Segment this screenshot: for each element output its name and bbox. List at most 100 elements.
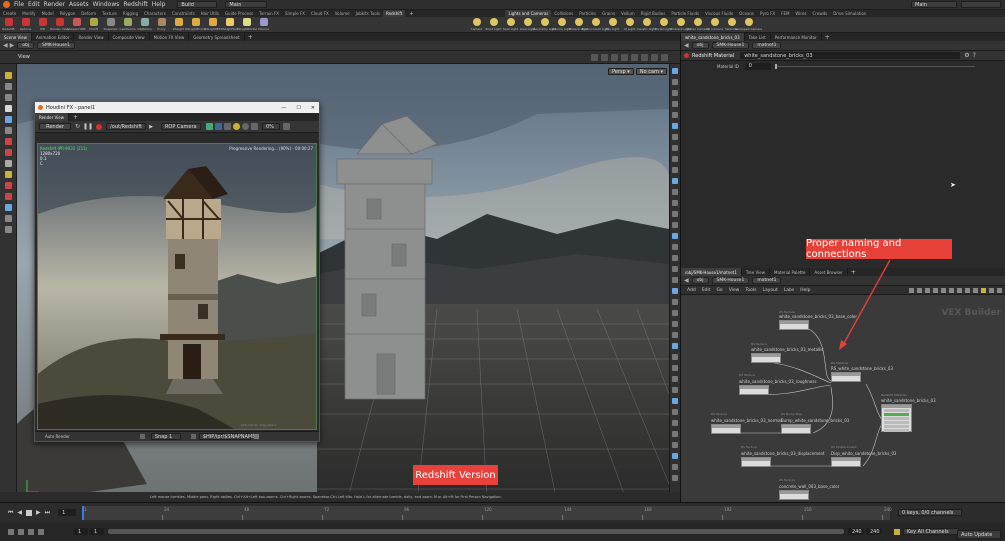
audio-icon[interactable] [28, 528, 34, 535]
shelf-tool[interactable]: RSLightSun [221, 17, 238, 33]
playhead[interactable] [82, 505, 85, 520]
render-settings-icon[interactable] [282, 123, 290, 130]
zoom-icon[interactable] [241, 123, 249, 130]
shelf-tool[interactable]: Snapshot [102, 17, 119, 33]
network-tool-icon[interactable] [957, 287, 962, 293]
minimize-icon[interactable]: — [281, 105, 286, 111]
viewport-tool-icon[interactable] [5, 193, 12, 200]
display-option-icon[interactable] [672, 167, 678, 173]
help-icon[interactable]: ? [973, 52, 976, 59]
shading-icon[interactable] [641, 53, 648, 61]
viewport-tool-icon[interactable] [5, 83, 12, 90]
display-option-icon[interactable] [672, 68, 678, 74]
display-option-icon[interactable] [672, 332, 678, 338]
network-node[interactable] [779, 320, 809, 330]
refresh-icon[interactable]: ↻ [75, 123, 80, 130]
display-option-icon[interactable] [672, 134, 678, 140]
network-tool-icon[interactable] [989, 287, 994, 293]
tab-material-palette[interactable]: Material Palette [770, 268, 811, 276]
node-name-field[interactable]: white_sandstone_bricks_03 [740, 52, 961, 59]
network-tool-icon[interactable] [973, 287, 978, 293]
preview-icon[interactable] [205, 123, 213, 130]
viewport-tool-icon[interactable] [5, 94, 12, 101]
viewport-tool-icon[interactable] [5, 138, 12, 145]
viewport-tool-icon[interactable] [5, 149, 12, 156]
shelf-tool[interactable]: Volume [255, 17, 272, 33]
shelf-tool[interactable]: Spot Light [502, 17, 519, 33]
shelf-tool[interactable]: ViewportIPR [67, 17, 86, 33]
shelf-tool[interactable]: Geometry Light [533, 17, 556, 33]
viewport-tab[interactable]: Render View [74, 33, 109, 41]
path-obj[interactable]: obj [17, 42, 35, 49]
viewport-tool-icon[interactable] [5, 215, 12, 222]
display-option-icon[interactable] [672, 288, 678, 294]
viewport-tool-icon[interactable] [5, 182, 12, 189]
light-icon[interactable] [232, 123, 240, 130]
display-options-icon[interactable] [591, 53, 598, 61]
shelf-tab[interactable]: Cloud FX [308, 10, 332, 17]
gear-icon[interactable]: ⚙ [964, 52, 969, 59]
viewport-tool-icon[interactable] [5, 226, 12, 233]
region-icon[interactable] [214, 123, 222, 130]
network-menu-item[interactable]: Edit [702, 288, 711, 293]
display-option-icon[interactable] [672, 145, 678, 151]
snap-file-icon[interactable] [190, 434, 196, 439]
home-view-icon[interactable] [621, 53, 628, 61]
realtime-icon[interactable] [8, 528, 14, 535]
network-menu-item[interactable]: Help [800, 288, 810, 293]
add-tab-icon[interactable]: + [73, 114, 78, 121]
start-frame-field-2[interactable]: 1 [90, 528, 104, 535]
display-option-icon[interactable] [672, 409, 678, 415]
shelf-tab[interactable]: Redshift [383, 10, 406, 17]
persp-menu[interactable]: Persp ▾ [607, 68, 634, 75]
network-node[interactable] [781, 424, 811, 434]
network-tool-icon[interactable] [997, 287, 1002, 293]
shelf-tool[interactable]: Point Light [485, 17, 502, 33]
right-desktop-select[interactable]: Main [911, 1, 957, 8]
display-option-icon[interactable] [672, 156, 678, 162]
display-option-icon[interactable] [672, 79, 678, 85]
network-menu-item[interactable]: Layout [762, 288, 777, 293]
display-option-icon[interactable] [672, 464, 678, 470]
tab-material[interactable]: white_sandstone_bricks_03 [681, 33, 745, 41]
network-tool-icon[interactable] [949, 287, 954, 293]
loop-icon[interactable] [18, 528, 24, 535]
display-option-icon[interactable] [672, 321, 678, 327]
add-pane-tab-icon[interactable]: + [825, 34, 830, 41]
net-path-matnet[interactable]: matnet1 [752, 277, 782, 284]
network-node[interactable] [711, 424, 741, 434]
network-node[interactable] [739, 385, 769, 395]
display-option-icon[interactable] [672, 398, 678, 404]
stop-icon[interactable] [96, 123, 103, 130]
slider-handle[interactable] [774, 63, 777, 69]
display-option-icon[interactable] [672, 420, 678, 426]
display-option-icon[interactable] [672, 101, 678, 107]
param-path-obj[interactable]: obj [691, 42, 709, 49]
network-tool-icon[interactable] [917, 287, 922, 293]
settings-icon[interactable] [38, 528, 44, 535]
display-option-icon[interactable] [672, 387, 678, 393]
network-node[interactable] [741, 457, 771, 467]
viewport-tool-icon[interactable] [5, 116, 12, 123]
build-desktop-select[interactable]: Build [177, 1, 218, 8]
display-option-icon[interactable] [672, 376, 678, 382]
shelf-tab[interactable]: Pyro FX [757, 10, 778, 17]
open-file-icon[interactable] [253, 434, 259, 439]
shelf-tool[interactable]: RSLightPortal [236, 17, 257, 33]
visibility-icon[interactable] [631, 53, 638, 61]
display-option-icon[interactable] [672, 431, 678, 437]
jump-start-icon[interactable]: ⏮ [8, 509, 13, 517]
menu-assets[interactable]: Assets [69, 1, 89, 8]
shelf-tool[interactable]: Options [17, 17, 34, 33]
shelf-tool[interactable]: RSLightDome [185, 17, 206, 33]
menu-edit[interactable]: Edit [28, 1, 40, 8]
viewport-tool-icon[interactable] [5, 171, 12, 178]
maximize-icon[interactable]: ☐ [296, 105, 300, 111]
rop-jump-icon[interactable]: ▶ [149, 124, 153, 130]
menu-windows[interactable]: Windows [93, 1, 120, 8]
shelf-tool[interactable]: IPR [34, 17, 51, 33]
display-option-icon[interactable] [672, 310, 678, 316]
viewport-tool-icon[interactable] [5, 204, 12, 211]
display-option-icon[interactable] [672, 222, 678, 228]
shelf-tab[interactable]: Crowds [810, 10, 831, 17]
